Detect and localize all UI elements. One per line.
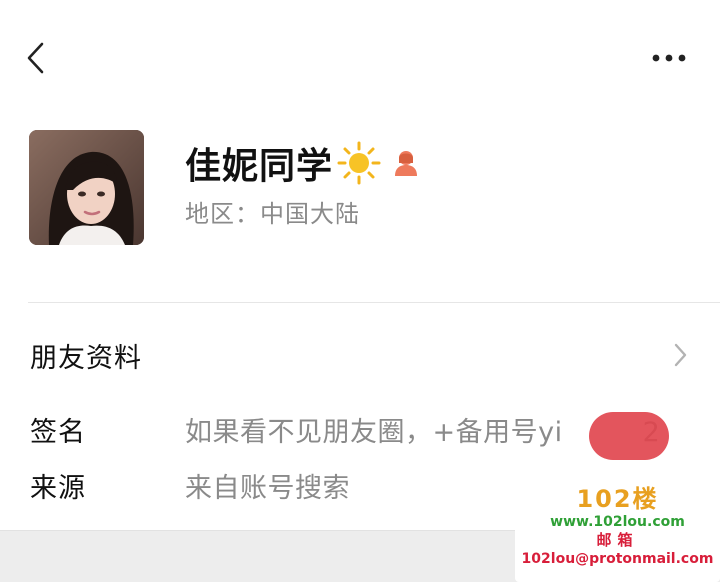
profile-header: 佳妮同学 地区：中国大陆 [0,110,720,300]
source-label: 来源 [30,473,86,504]
watermark-mail-title: 邮箱 [596,531,639,549]
watermark-url: www.102lou.com [550,514,685,530]
chevron-right-icon [674,343,687,367]
friend-info-row[interactable]: 朋友资料 [0,326,720,384]
chevron-left-icon [27,42,44,74]
female-person-icon [395,151,418,176]
back-button[interactable] [18,36,58,80]
watermark-mail: 102lou@protonmail.com [521,551,714,567]
signature-label: 签名 [30,417,86,448]
region-text: 地区：中国大陆 [185,200,360,228]
top-bar [0,0,720,110]
avatar[interactable] [29,130,144,245]
name-row: 佳妮同学 [185,138,421,188]
more-horizontal-icon [652,54,686,62]
sun-icon [337,141,381,185]
friend-info-label: 朋友资料 [30,343,142,374]
signature-text: 如果看不见朋友圈，+备用号yi [185,417,563,448]
divider [28,302,720,303]
source-value: 来自账号搜索 [185,473,350,504]
more-options-button[interactable] [640,40,696,76]
avatar-image [29,130,144,245]
profile-name: 佳妮同学 [185,146,334,187]
redaction-blob [589,412,669,460]
watermark-logo: 102楼 [576,485,659,513]
watermark: 102楼 www.102lou.com 邮箱 102lou@protonmail… [515,484,720,582]
